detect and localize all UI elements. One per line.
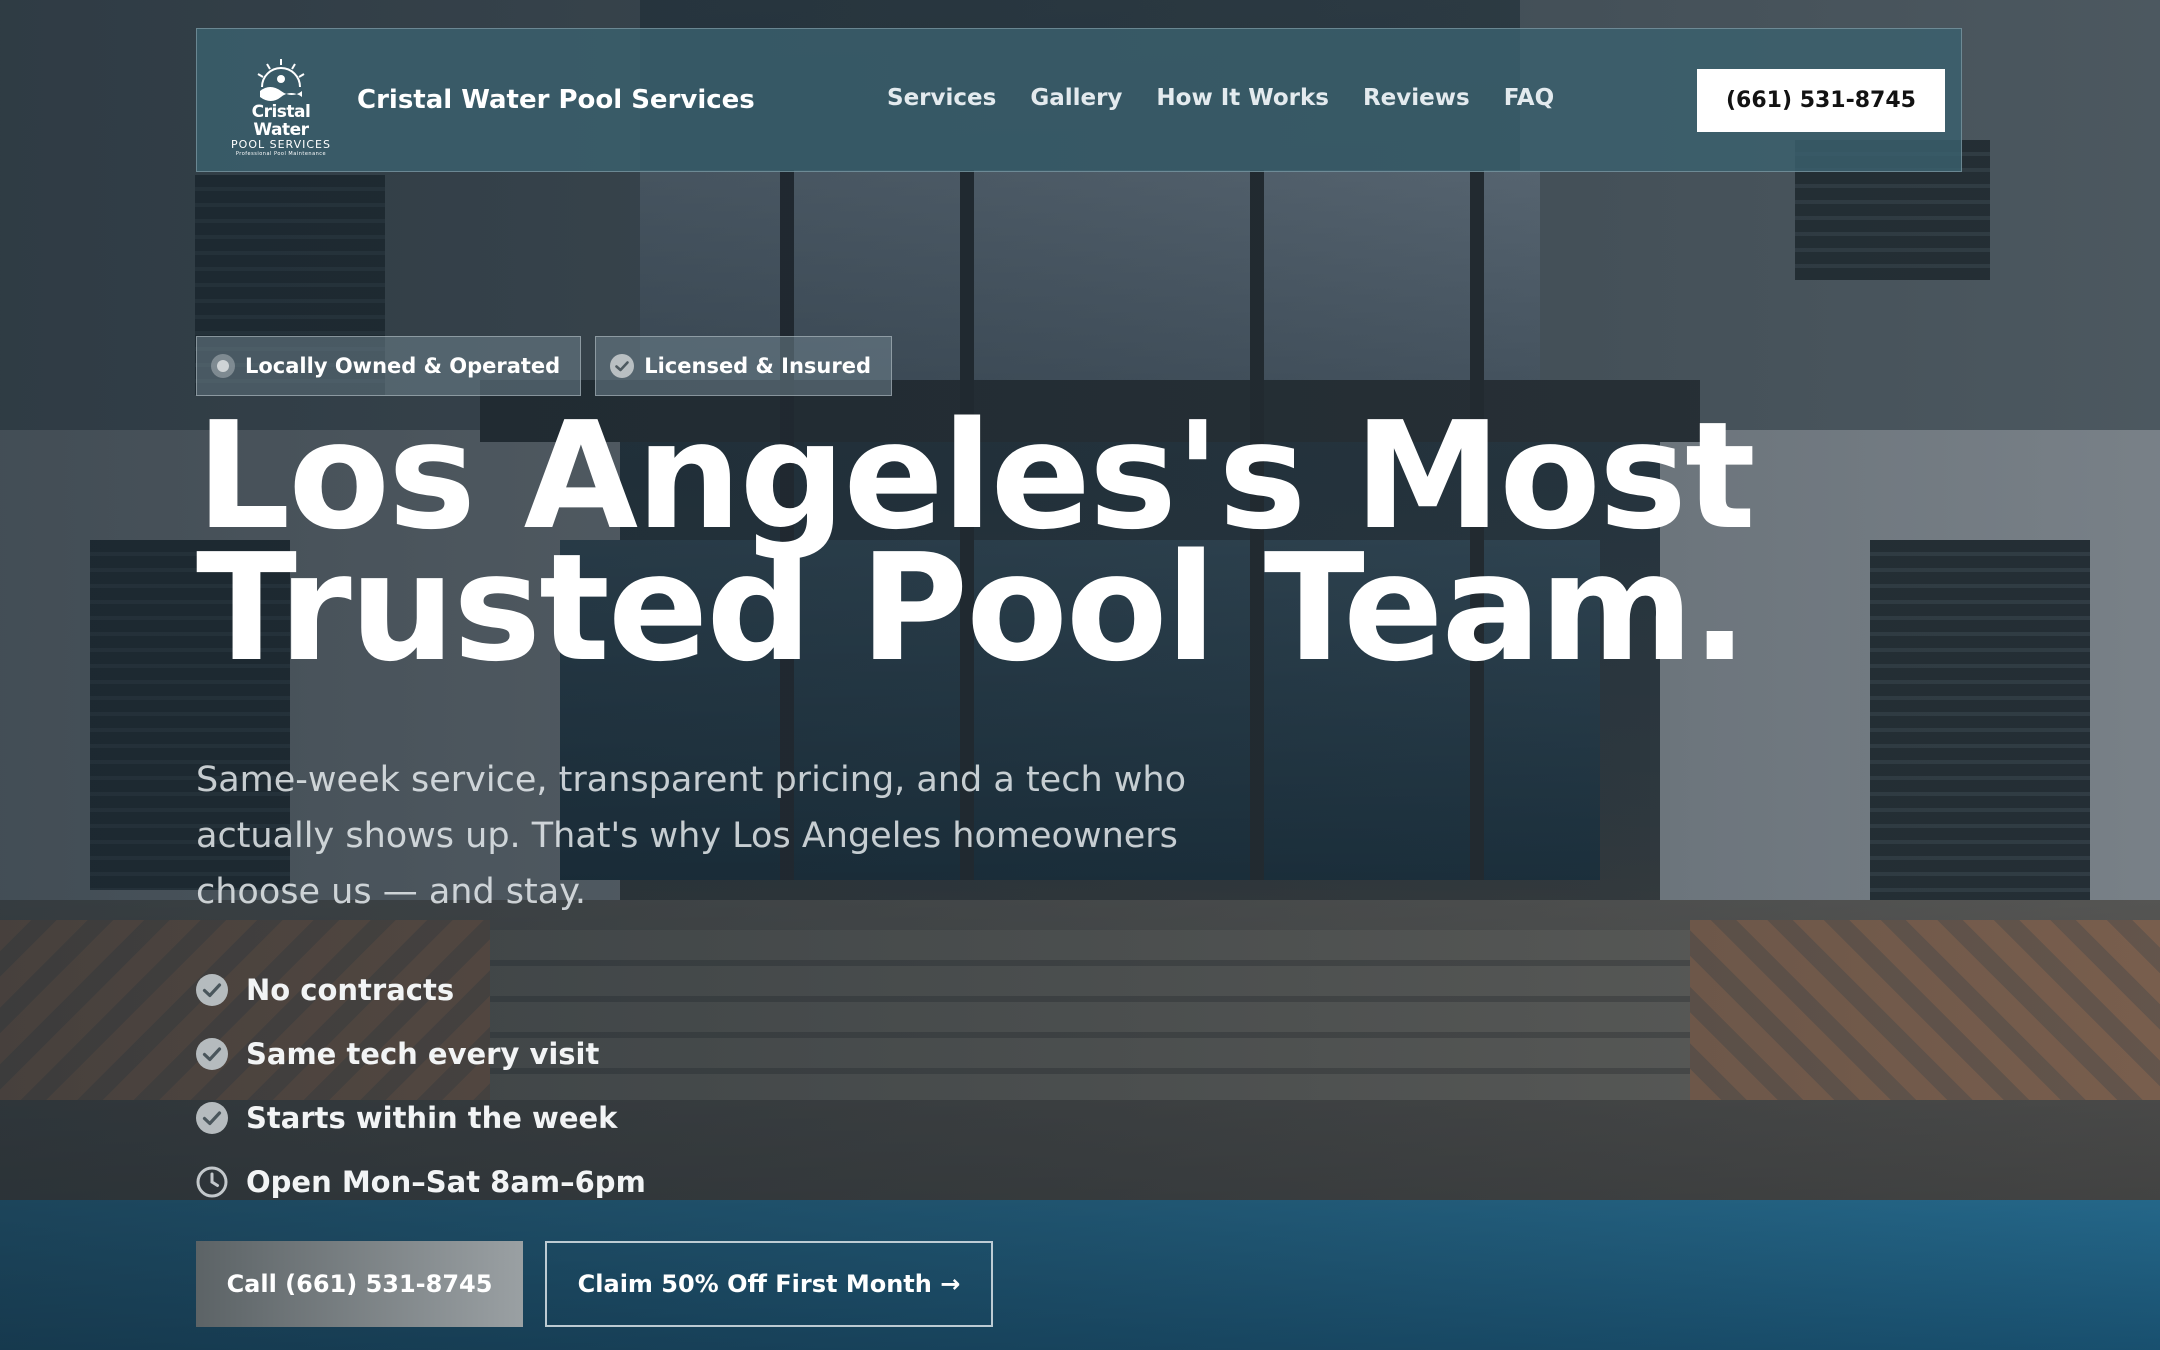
main-nav: Services Gallery How It Works Reviews FA…: [887, 85, 1554, 111]
badge-licensed: Licensed & Insured: [595, 336, 892, 396]
site-header: Cristal Water POOL SERVICES Professional…: [196, 28, 1962, 172]
nav-how-it-works[interactable]: How It Works: [1156, 85, 1329, 111]
nav-faq[interactable]: FAQ: [1504, 85, 1554, 111]
feature-item: Starts within the week: [196, 1086, 646, 1150]
check-circle-icon: [196, 1038, 228, 1070]
check-circle-icon: [610, 354, 635, 378]
nav-services[interactable]: Services: [887, 85, 996, 111]
badge-label: Licensed & Insured: [644, 354, 871, 378]
logo-text-primary: Cristal Water: [251, 102, 311, 140]
claim-offer-button[interactable]: Claim 50% Off First Month →: [545, 1241, 993, 1327]
brand-logo[interactable]: Cristal Water POOL SERVICES Professional…: [223, 57, 339, 157]
trust-badges: Locally Owned & Operated Licensed & Insu…: [196, 336, 892, 396]
cta-group: Call (661) 531-8745 Claim 50% Off First …: [196, 1241, 993, 1327]
feature-label: Open Mon–Sat 8am–6pm: [246, 1165, 646, 1199]
dot-icon: [211, 354, 235, 378]
feature-item: Open Mon–Sat 8am–6pm: [196, 1150, 646, 1214]
call-button[interactable]: Call (661) 531-8745: [196, 1241, 523, 1327]
nav-reviews[interactable]: Reviews: [1363, 85, 1470, 111]
feature-list: No contracts Same tech every visit Start…: [196, 958, 646, 1214]
sun-wave-logo-icon: [257, 59, 305, 101]
brand-name[interactable]: Cristal Water Pool Services: [357, 85, 755, 115]
header-phone-button[interactable]: (661) 531-8745: [1697, 69, 1945, 132]
check-circle-icon: [196, 1102, 228, 1134]
logo-text-secondary: POOL SERVICES: [231, 138, 331, 151]
hero-section: Cristal Water POOL SERVICES Professional…: [0, 0, 2160, 1350]
hero-subtext: Same-week service, transparent pricing, …: [196, 760, 1186, 912]
feature-item: No contracts: [196, 958, 646, 1022]
headline-line-2: Trusted Pool Team.: [196, 522, 1748, 694]
feature-item: Same tech every visit: [196, 1022, 646, 1086]
badge-label: Locally Owned & Operated: [245, 354, 561, 378]
feature-label: Same tech every visit: [246, 1037, 600, 1071]
hero-headline: Los Angeles's Most Trusted Pool Team.: [196, 402, 1756, 694]
nav-gallery[interactable]: Gallery: [1030, 85, 1122, 111]
feature-label: No contracts: [246, 973, 455, 1007]
badge-locally-owned: Locally Owned & Operated: [196, 336, 582, 396]
clock-icon: [196, 1166, 228, 1198]
check-circle-icon: [196, 974, 228, 1006]
feature-label: Starts within the week: [246, 1101, 618, 1135]
logo-tagline: Professional Pool Maintenance: [235, 151, 327, 157]
